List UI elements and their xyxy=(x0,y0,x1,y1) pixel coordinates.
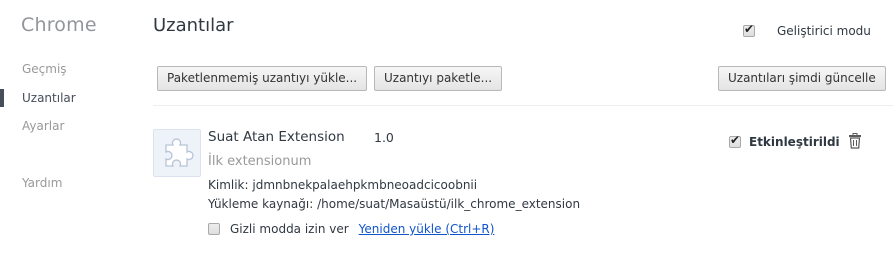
extension-name: Suat Atan Extension xyxy=(208,129,345,145)
extension-description: İlk extensionum xyxy=(208,154,312,169)
developer-mode-toggle[interactable]: Geliştirici modu xyxy=(743,22,871,38)
sidebar: Chrome Geçmiş Uzantılar Ayarlar Yardım xyxy=(0,0,150,254)
divider xyxy=(153,105,893,106)
enabled-checkbox[interactable] xyxy=(729,133,741,148)
sidebar-item-history[interactable]: Geçmiş xyxy=(0,58,140,80)
extensions-page: Chrome Geçmiş Uzantılar Ayarlar Yardım U… xyxy=(0,0,893,254)
extension-load-path: Yükleme kaynağı: /home/suat/Masaüstü/ilk… xyxy=(208,197,581,211)
update-extensions-button[interactable]: Uzantıları şimdi güncelle xyxy=(718,66,886,91)
allow-incognito-label: Gizli modda izin ver xyxy=(230,222,349,236)
enabled-label: Etkinleştirildi xyxy=(749,135,840,149)
developer-mode-label: Geliştirici modu xyxy=(777,24,871,38)
page-title: Uzantılar xyxy=(153,15,234,36)
extension-version: 1.0 xyxy=(374,130,394,145)
sidebar-item-extensions[interactable]: Uzantılar xyxy=(0,87,140,109)
pack-extension-button[interactable]: Uzantıyı paketle... xyxy=(374,66,503,91)
puzzle-piece-icon xyxy=(165,138,194,167)
extension-icon-box xyxy=(153,129,201,177)
sidebar-item-settings[interactable]: Ayarlar xyxy=(0,115,140,137)
sidebar-item-help[interactable]: Yardım xyxy=(0,172,140,194)
extension-id: Kimlik: jdmnbnekpalaehpkmbneoadcicoobnii xyxy=(208,178,478,192)
reload-link[interactable]: Yeniden yükle (Ctrl+R) xyxy=(359,222,495,236)
trash-icon[interactable] xyxy=(848,133,862,149)
enabled-toggle[interactable]: Etkinleştirildi xyxy=(729,133,840,149)
developer-mode-checkbox[interactable] xyxy=(743,22,755,37)
sidebar-brand: Chrome xyxy=(21,14,97,36)
allow-incognito-toggle[interactable]: Gizli modda izin ver Yeniden yükle (Ctrl… xyxy=(208,222,494,236)
load-unpacked-button[interactable]: Paketlenmemiş uzantıyı yükle... xyxy=(157,66,368,91)
allow-incognito-checkbox[interactable] xyxy=(208,223,220,235)
